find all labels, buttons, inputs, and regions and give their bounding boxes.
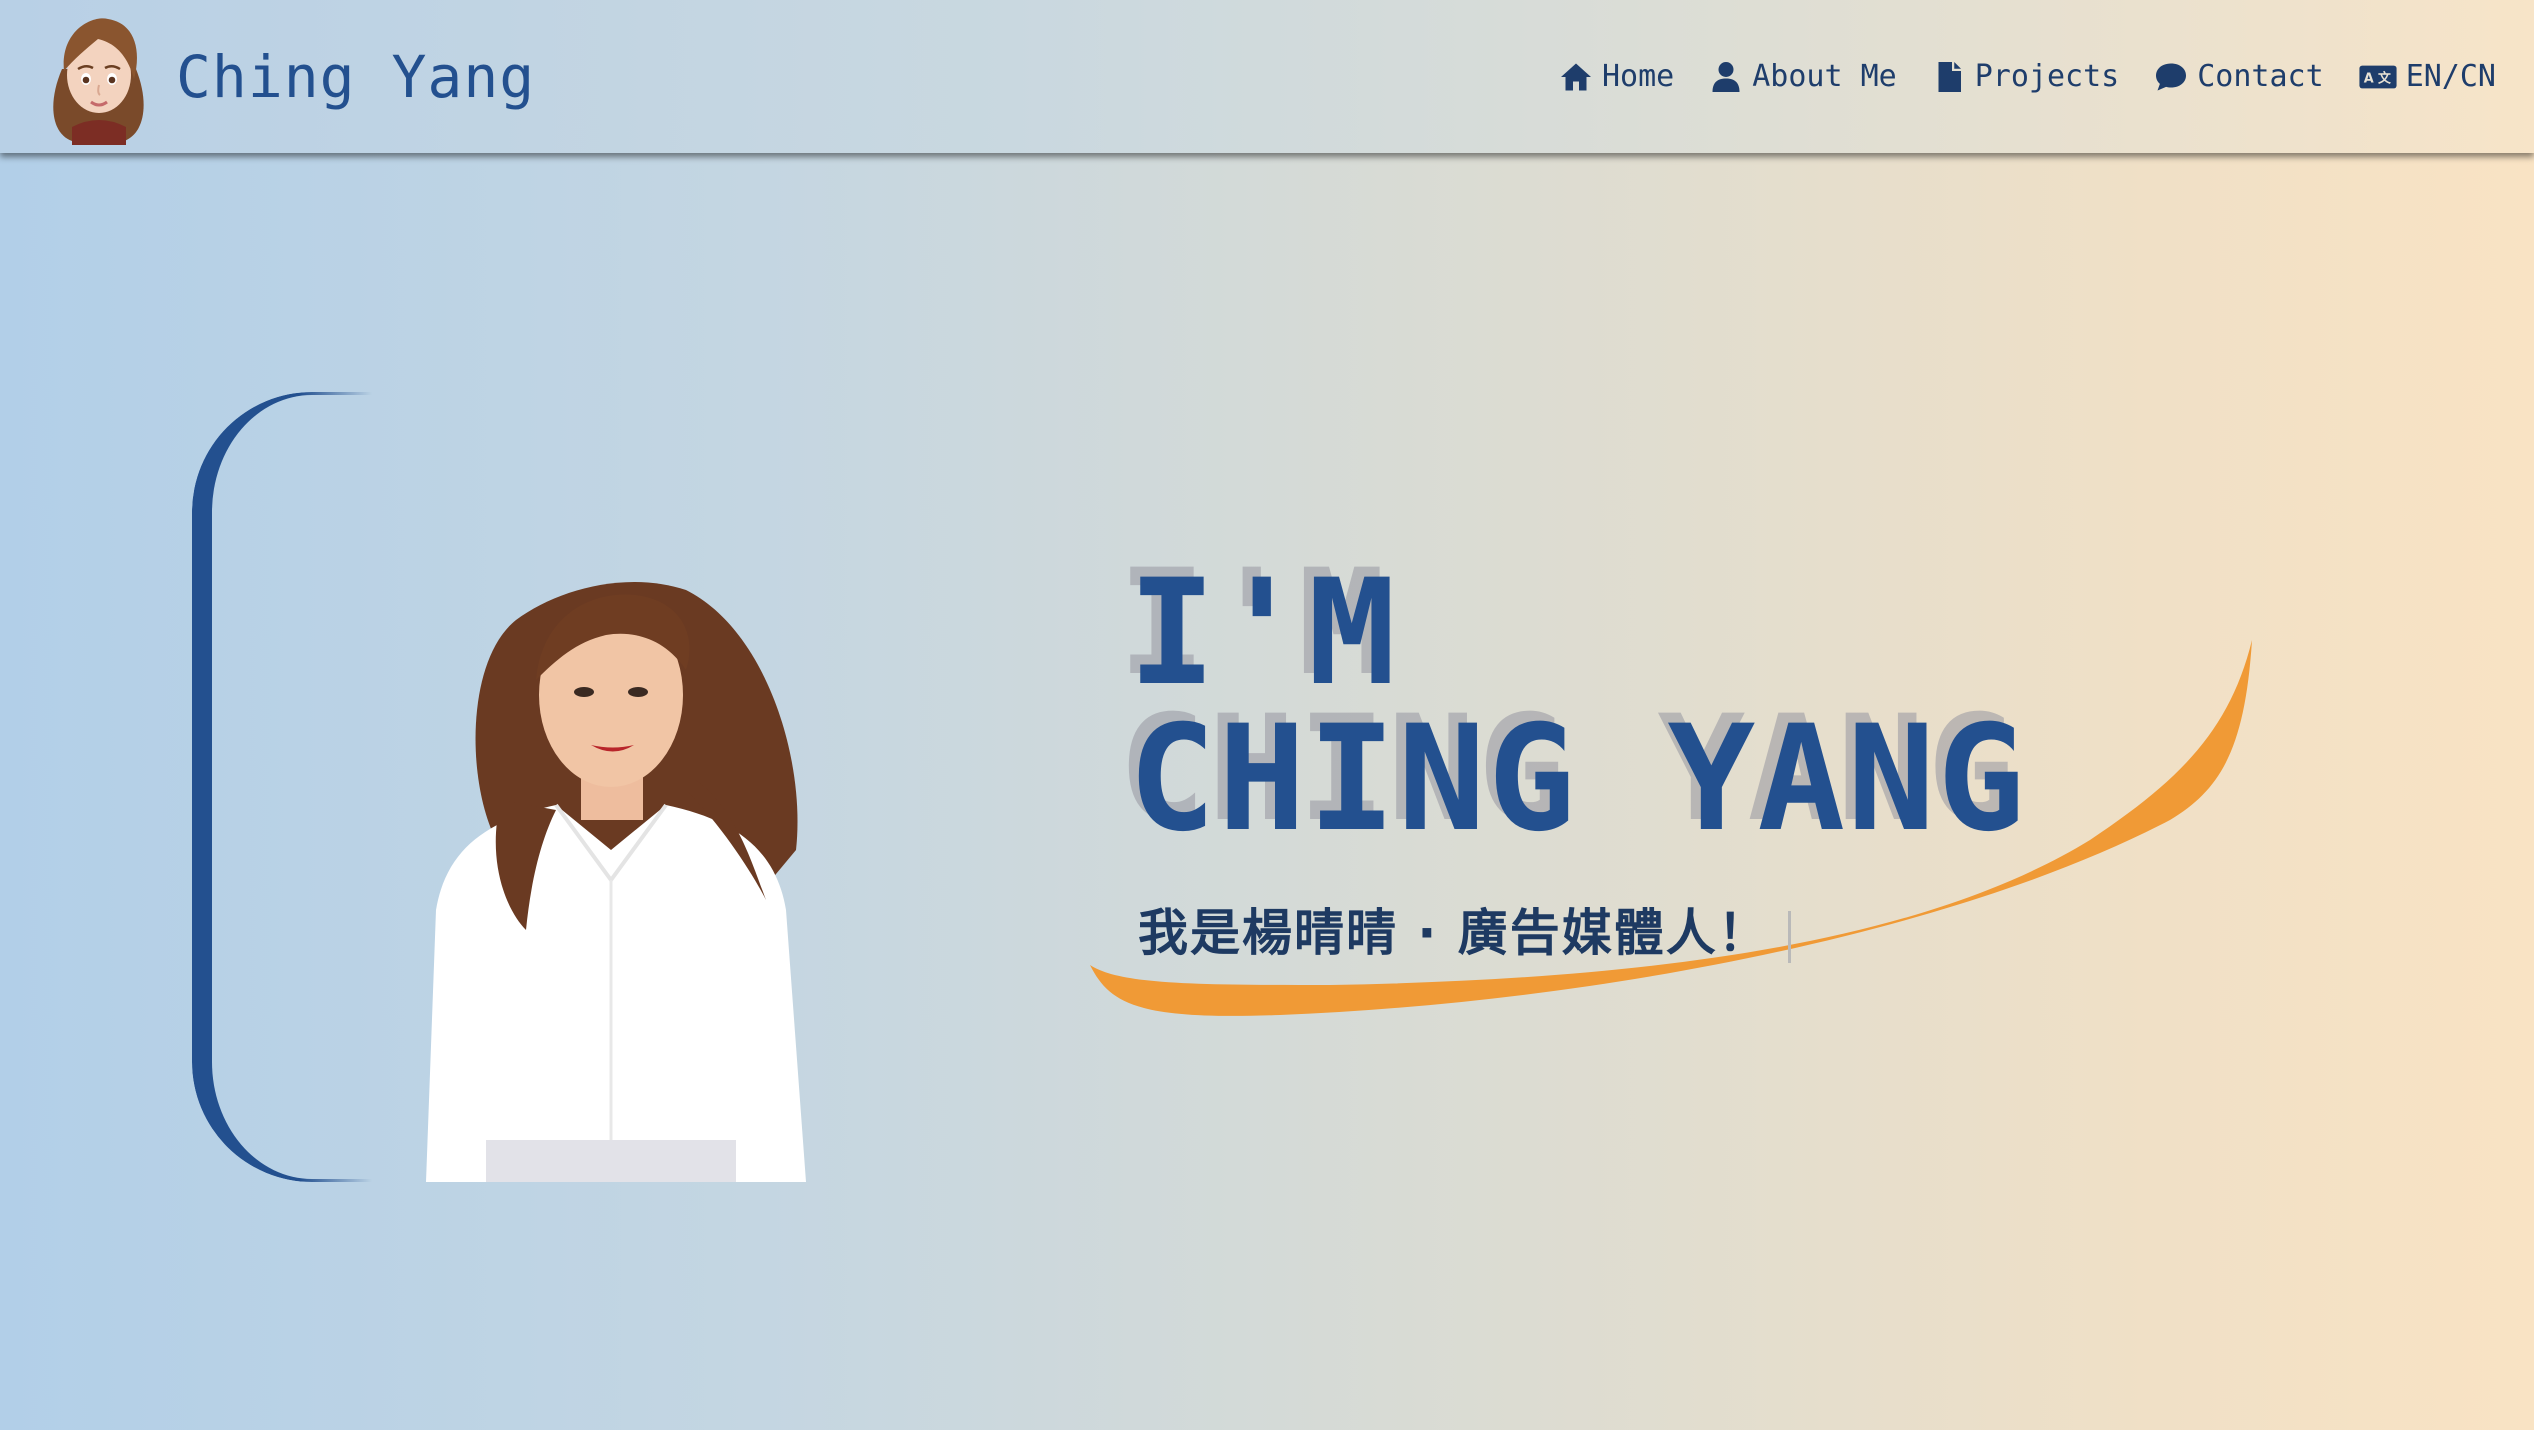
nav-links: Home About Me Projects Contact A文 EN/CN (1524, 0, 2496, 153)
nav-projects[interactable]: Projects (1931, 59, 2120, 95)
headline-line1: I'M (1128, 548, 1398, 718)
svg-text:文: 文 (2378, 70, 2391, 86)
home-icon (1561, 63, 1591, 90)
language-icon: A文 (2359, 65, 2397, 88)
nav-contact-label: Contact (2197, 59, 2324, 94)
chat-icon (2156, 63, 2187, 90)
nav-home-label: Home (1602, 59, 1675, 94)
top-navbar: Ching Yang Home About Me Projects Contac… (0, 0, 2534, 153)
nav-projects-label: Projects (1974, 59, 2120, 94)
user-icon (1712, 61, 1740, 92)
nav-language-label: EN/CN (2405, 59, 2496, 94)
nav-language[interactable]: A文 EN/CN (2358, 59, 2496, 95)
portrait-photo (426, 581, 806, 1182)
hero-subtitle: 我是楊晴晴 · 廣告媒體人！ (1138, 893, 1791, 965)
brand[interactable]: Ching Yang (42, 0, 535, 153)
avatar (53, 17, 144, 145)
nav-contact[interactable]: Contact (2153, 59, 2324, 95)
svg-text:A: A (2363, 71, 2373, 86)
nav-home[interactable]: Home (1558, 59, 1674, 95)
file-icon (1938, 61, 1961, 92)
brand-name: Ching Yang (176, 42, 536, 111)
decorative-bracket (192, 392, 372, 1182)
nav-about[interactable]: About Me (1708, 59, 1897, 95)
nav-about-label: About Me (1752, 59, 1897, 94)
headline-line2: CHING YANG (1128, 694, 2027, 864)
typing-cursor (1787, 910, 1791, 963)
hero-headline: I'M CHING YANG (1128, 560, 2027, 852)
subtitle-text: 我是楊晴晴 · 廣告媒體人！ (1138, 904, 1770, 962)
